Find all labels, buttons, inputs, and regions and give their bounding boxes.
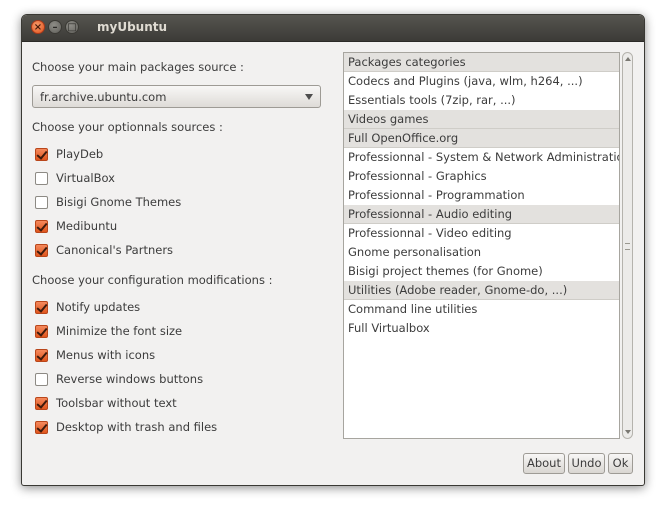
about-button[interactable]: About <box>523 453 565 474</box>
config-mod-checkbox[interactable] <box>35 349 48 362</box>
config-mod-label[interactable]: Notify updates <box>56 300 140 314</box>
package-category-item[interactable]: Full Virtualbox <box>344 319 619 338</box>
optional-source-checkbox[interactable] <box>35 220 48 233</box>
package-category-item[interactable]: Professionnal - Programmation <box>344 186 619 205</box>
package-category-item[interactable]: Command line utilities <box>344 300 619 319</box>
scroll-grip-icon[interactable] <box>625 243 630 250</box>
packages-header[interactable]: Packages categories <box>344 53 619 72</box>
config-mod-label[interactable]: Toolsbar without text <box>56 396 177 410</box>
optional-sources-label: Choose your optionnals sources : <box>32 120 223 134</box>
packages-list[interactable]: Packages categories Codecs and Plugins (… <box>343 52 620 439</box>
config-mod-label[interactable]: Menus with icons <box>56 348 155 362</box>
config-mod-checkbox[interactable] <box>35 325 48 338</box>
optional-source-label[interactable]: Bisigi Gnome Themes <box>56 195 181 209</box>
optional-source-label[interactable]: Medibuntu <box>56 219 117 233</box>
package-category-item[interactable]: Professionnal - System & Network Adminis… <box>344 148 619 167</box>
optional-source-checkbox[interactable] <box>35 244 48 257</box>
optional-source-label[interactable]: PlayDeb <box>56 147 103 161</box>
package-category-item[interactable]: Codecs and Plugins (java, wlm, h264, ...… <box>344 72 619 91</box>
ok-button[interactable]: Ok <box>608 453 633 474</box>
package-category-item[interactable]: Gnome personalisation <box>344 243 619 262</box>
optional-source-checkbox[interactable] <box>35 172 48 185</box>
config-mod-checkbox[interactable] <box>35 301 48 314</box>
package-category-item[interactable]: Professionnal - Graphics <box>344 167 619 186</box>
chevron-down-icon <box>305 94 313 100</box>
config-mod-checkbox[interactable] <box>35 373 48 386</box>
config-mods-label: Choose your configuration modifications … <box>32 273 273 287</box>
config-mod-label[interactable]: Desktop with trash and files <box>56 420 217 434</box>
main-source-value: fr.archive.ubuntu.com <box>40 90 167 104</box>
optional-source-label[interactable]: Canonical's Partners <box>56 243 173 257</box>
package-category-item[interactable]: Essentials tools (7zip, rar, ...) <box>344 91 619 110</box>
optional-source-checkbox[interactable] <box>35 196 48 209</box>
optional-source-label[interactable]: VirtualBox <box>56 171 115 185</box>
undo-button[interactable]: Undo <box>568 453 605 474</box>
optional-source-checkbox[interactable] <box>35 148 48 161</box>
scroll-down-icon[interactable] <box>625 430 631 434</box>
package-category-item[interactable]: Professionnal - Video editing <box>344 224 619 243</box>
package-category-item[interactable]: Videos games <box>344 110 619 129</box>
main-window: × – □ myUbuntu Choose your main packages… <box>21 14 645 486</box>
scroll-up-icon[interactable] <box>625 57 631 61</box>
config-mod-checkbox[interactable] <box>35 397 48 410</box>
packages-scrollbar[interactable] <box>622 52 633 439</box>
package-category-item[interactable]: Full OpenOffice.org <box>344 129 619 148</box>
minimize-icon[interactable]: – <box>48 20 62 34</box>
window-title: myUbuntu <box>97 20 168 34</box>
main-source-label: Choose your main packages source : <box>32 60 244 74</box>
close-icon[interactable]: × <box>31 20 45 34</box>
config-mod-label[interactable]: Reverse windows buttons <box>56 372 203 386</box>
package-category-item[interactable]: Professionnal - Audio editing <box>344 205 619 224</box>
config-mod-checkbox[interactable] <box>35 421 48 434</box>
maximize-icon[interactable]: □ <box>65 20 79 34</box>
package-category-item[interactable]: Utilities (Adobe reader, Gnome-do, ...) <box>344 281 619 300</box>
title-bar[interactable]: × – □ myUbuntu <box>22 15 644 42</box>
main-source-combo[interactable]: fr.archive.ubuntu.com <box>32 85 321 108</box>
package-category-item[interactable]: Bisigi project themes (for Gnome) <box>344 262 619 281</box>
config-mod-label[interactable]: Minimize the font size <box>56 324 182 338</box>
